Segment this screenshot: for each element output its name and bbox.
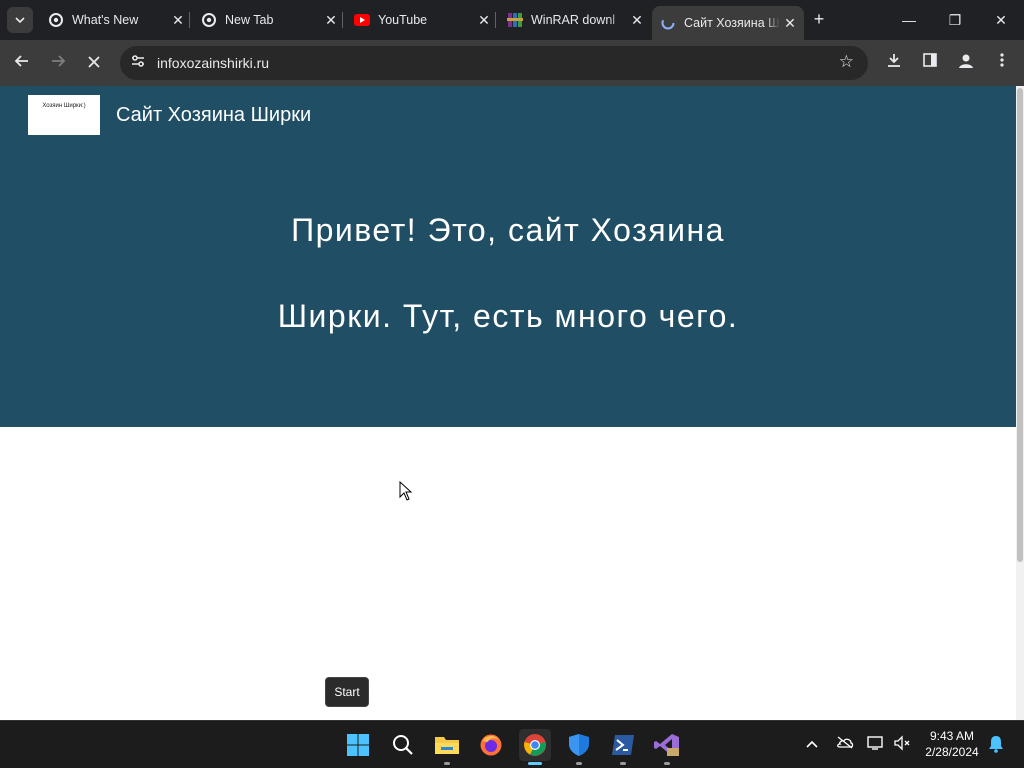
bookmark-star-icon[interactable]: ☆ <box>839 52 854 72</box>
tab-title: WinRAR downl <box>531 13 616 27</box>
onedrive-icon[interactable] <box>835 735 855 755</box>
tab-divider <box>189 12 190 28</box>
tab-strip: What's New ✕ New Tab ✕ YouTube ✕ WinRAR … <box>0 0 1024 40</box>
running-indicator <box>444 762 450 765</box>
stop-icon <box>88 56 100 68</box>
hero-line-2: Ширки. Тут, есть много чего. <box>277 298 739 334</box>
powershell-icon[interactable] <box>607 729 639 765</box>
minimize-button[interactable]: — <box>886 0 932 40</box>
tab-divider <box>342 12 343 28</box>
close-window-button[interactable]: ✕ <box>978 0 1024 40</box>
running-indicator <box>528 762 542 765</box>
tab-title: YouTube <box>378 13 428 27</box>
tab-winrar[interactable]: WinRAR downl ✕ <box>499 6 651 34</box>
notification-bell-icon[interactable] <box>986 735 1006 755</box>
restore-button[interactable]: ❐ <box>932 0 978 40</box>
search-icon[interactable] <box>387 729 419 761</box>
tab-whats-new[interactable]: What's New ✕ <box>40 6 192 34</box>
tab-title: Сайт Хозяина Ш <box>684 16 780 30</box>
profile-icon[interactable] <box>955 52 977 74</box>
chevron-up-icon[interactable] <box>802 735 822 755</box>
running-indicator <box>620 762 626 765</box>
new-tab-button[interactable]: + <box>808 8 830 30</box>
tab-search-button[interactable] <box>7 7 33 33</box>
volume-muted-icon[interactable] <box>892 735 912 755</box>
scrollbar-thumb[interactable] <box>1017 88 1023 562</box>
downloads-icon[interactable] <box>883 52 905 74</box>
chrome-icon[interactable] <box>519 729 551 765</box>
chevron-down-icon <box>15 17 25 24</box>
hero-line-1: Привет! Это, сайт Хозяина <box>291 212 725 248</box>
chrome-icon <box>201 12 217 28</box>
windows-start-icon[interactable] <box>342 729 374 761</box>
firefox-icon[interactable] <box>475 729 507 761</box>
file-explorer-icon[interactable] <box>431 729 463 765</box>
tab-youtube[interactable]: YouTube ✕ <box>346 6 498 34</box>
logo-text: Хозяин Ширки:) <box>42 103 86 109</box>
address-bar[interactable]: infoxozainshirki.ru ☆ <box>120 46 868 80</box>
tab-new-tab[interactable]: New Tab ✕ <box>193 6 345 34</box>
network-icon[interactable] <box>866 735 886 755</box>
clock-time: 9:43 AM <box>929 729 975 743</box>
tab-active-site[interactable]: Сайт Хозяина Ш ✕ <box>652 6 804 40</box>
stop-loading-button[interactable] <box>81 50 107 76</box>
running-indicator <box>664 762 670 765</box>
forward-button[interactable] <box>45 50 71 76</box>
running-indicator <box>576 762 582 765</box>
tab-title: What's New <box>72 13 139 27</box>
site-title[interactable]: Сайт Хозяина Ширки <box>116 104 311 127</box>
hero-section: Хозяин Ширки:) Сайт Хозяина Ширки Привет… <box>0 86 1016 427</box>
loading-icon <box>660 15 676 31</box>
visual-studio-preview-icon[interactable] <box>651 729 683 765</box>
tab-divider <box>495 12 496 28</box>
start-tooltip: Start <box>325 677 369 707</box>
windows-security-icon[interactable] <box>563 729 595 765</box>
system-clock[interactable]: 9:43 AM 2/28/2024 <box>920 728 984 760</box>
taskbar: 9:43 AM 2/28/2024 <box>0 720 1024 768</box>
close-tab-icon[interactable]: ✕ <box>321 12 341 29</box>
forward-arrow-icon <box>52 55 66 67</box>
side-panel-icon[interactable] <box>919 52 941 74</box>
web-page: Хозяин Ширки:) Сайт Хозяина Ширки Привет… <box>0 86 1016 720</box>
address-url[interactable]: infoxozainshirki.ru <box>157 55 269 71</box>
page-scrollbar[interactable] <box>1016 86 1024 720</box>
close-tab-icon[interactable]: ✕ <box>627 12 647 29</box>
close-tab-icon[interactable]: ✕ <box>780 15 800 32</box>
clock-date: 2/28/2024 <box>925 745 979 759</box>
winrar-icon <box>507 12 523 28</box>
back-button[interactable] <box>9 50 35 76</box>
tab-title: New Tab <box>225 13 274 27</box>
menu-icon[interactable] <box>991 52 1013 74</box>
chrome-icon <box>48 12 64 28</box>
close-tab-icon[interactable]: ✕ <box>168 12 188 29</box>
back-arrow-icon <box>14 55 28 67</box>
site-info-icon[interactable] <box>128 53 148 73</box>
mouse-cursor-icon <box>399 480 413 506</box>
browser-toolbar: infoxozainshirki.ru ☆ <box>0 40 1024 86</box>
youtube-icon <box>354 12 370 28</box>
close-tab-icon[interactable]: ✕ <box>474 12 494 29</box>
site-logo[interactable]: Хозяин Ширки:) <box>28 95 100 135</box>
